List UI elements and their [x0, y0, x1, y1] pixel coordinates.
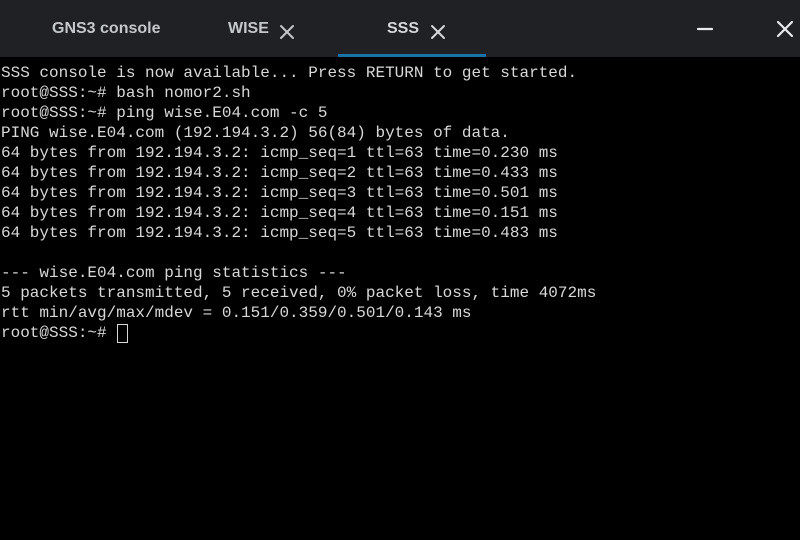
terminal-line: SSS console is now available... Press RE… — [1, 64, 578, 82]
terminal-output[interactable]: SSS console is now available... Press RE… — [0, 57, 800, 540]
close-icon[interactable] — [430, 24, 446, 40]
terminal-line: rtt min/avg/max/mdev = 0.151/0.359/0.501… — [1, 304, 472, 322]
close-icon[interactable] — [279, 24, 295, 40]
terminal-line: 64 bytes from 192.194.3.2: icmp_seq=4 tt… — [1, 204, 558, 222]
terminal-line: 64 bytes from 192.194.3.2: icmp_seq=2 tt… — [1, 164, 558, 182]
tab-bar: GNS3 console WISE SSS — [0, 0, 800, 57]
tab-gns3-console[interactable]: GNS3 console — [0, 0, 190, 57]
terminal-line: root@SSS:~# bash nomor2.sh — [1, 84, 251, 102]
tab-label: SSS — [387, 20, 420, 37]
text-cursor — [117, 323, 129, 343]
terminal-line: root@SSS:~# ping wise.E04.com -c 5 — [1, 104, 328, 122]
terminal-line: 64 bytes from 192.194.3.2: icmp_seq=5 tt… — [1, 224, 558, 242]
close-icon[interactable] — [774, 18, 796, 40]
tab-label: GNS3 console — [52, 20, 161, 37]
tab-sss[interactable]: SSS — [338, 0, 486, 57]
tab-label: WISE — [228, 20, 269, 37]
minimize-icon[interactable] — [694, 18, 716, 40]
terminal-line: 5 packets transmitted, 5 received, 0% pa… — [1, 284, 597, 302]
tab-wise[interactable]: WISE — [190, 0, 338, 57]
terminal-line: --- wise.E04.com ping statistics --- — [1, 264, 347, 282]
terminal-line: 64 bytes from 192.194.3.2: icmp_seq=1 tt… — [1, 144, 558, 162]
terminal-line: 64 bytes from 192.194.3.2: icmp_seq=3 tt… — [1, 184, 558, 202]
terminal-prompt-line[interactable]: root@SSS:~# — [0, 323, 800, 343]
shell-prompt: root@SSS:~# — [1, 324, 117, 342]
terminal-line: PING wise.E04.com (192.194.3.2) 56(84) b… — [1, 124, 510, 142]
